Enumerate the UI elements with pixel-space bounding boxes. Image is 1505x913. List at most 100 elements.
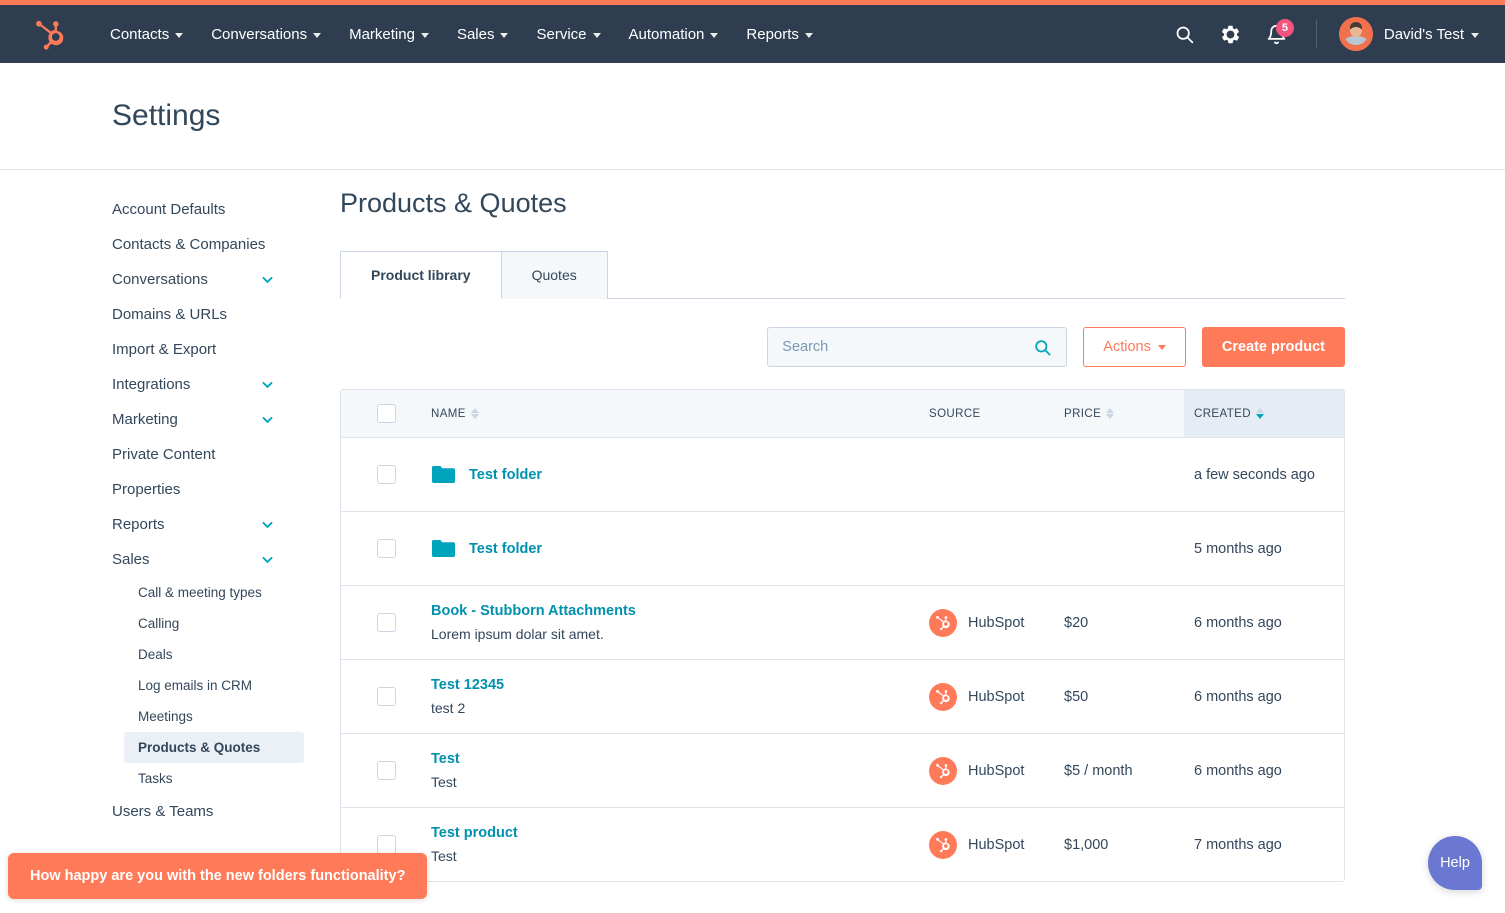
chevron-down-icon	[1158, 345, 1166, 350]
row-price-cell: $20	[1064, 615, 1184, 631]
chevron-down-icon	[175, 33, 183, 38]
sidebar-item-import-export[interactable]: Import & Export	[112, 332, 304, 367]
sidebar-item-sales[interactable]: Sales	[112, 542, 304, 577]
table-row[interactable]: Test folder a few seconds ago	[341, 437, 1344, 511]
nav-item-reports[interactable]: Reports	[732, 18, 827, 51]
sidebar-item-label: Contacts & Companies	[112, 236, 265, 253]
column-label: CREATED	[1194, 408, 1251, 420]
sidebar-item-products-quotes[interactable]: Products & Quotes	[124, 732, 304, 763]
nav-item-service[interactable]: Service	[522, 18, 614, 51]
help-button[interactable]: Help	[1428, 836, 1482, 890]
sidebar-item-label: Properties	[112, 481, 180, 498]
search-icon[interactable]	[1033, 338, 1052, 357]
nav-label: Service	[536, 26, 586, 43]
sidebar-item-call-meeting-types[interactable]: Call & meeting types	[124, 577, 304, 608]
nav-item-conversations[interactable]: Conversations	[197, 18, 335, 51]
chevron-down-icon	[261, 413, 274, 426]
column-header-price[interactable]: PRICE	[1064, 390, 1184, 437]
folder-name-link[interactable]: Test folder	[469, 467, 542, 483]
folder-icon	[431, 539, 455, 558]
nav-item-marketing[interactable]: Marketing	[335, 18, 443, 51]
sidebar-item-domains-urls[interactable]: Domains & URLs	[112, 297, 304, 332]
sidebar-item-contacts-companies[interactable]: Contacts & Companies	[112, 227, 304, 262]
table-row[interactable]: Test Test HubSpot $5 / month 6 months ag	[341, 733, 1344, 807]
folder-icon	[431, 465, 455, 484]
sidebar-item-marketing[interactable]: Marketing	[112, 402, 304, 437]
row-select-cell	[341, 687, 431, 706]
nav-item-sales[interactable]: Sales	[443, 18, 523, 51]
folder-name-link[interactable]: Test folder	[469, 541, 542, 557]
sidebar-item-reports[interactable]: Reports	[112, 507, 304, 542]
sidebar-subitem-label: Deals	[138, 647, 173, 662]
search-box[interactable]	[767, 327, 1067, 367]
search-input[interactable]	[782, 339, 1033, 355]
column-header-source[interactable]: SOURCE	[929, 390, 1064, 437]
column-label: PRICE	[1064, 408, 1101, 420]
tab-quotes[interactable]: Quotes	[502, 251, 608, 299]
sidebar-item-account-defaults[interactable]: Account Defaults	[112, 192, 304, 227]
tab-product-library[interactable]: Product library	[340, 251, 502, 299]
nav-label: Sales	[457, 26, 495, 43]
row-name-cell: Test folder	[431, 465, 929, 484]
row-name-cell: Test folder	[431, 539, 929, 558]
avatar	[1339, 17, 1373, 51]
product-name-link[interactable]: Test 12345	[431, 677, 929, 693]
create-product-button[interactable]: Create product	[1202, 327, 1345, 367]
row-checkbox[interactable]	[377, 687, 396, 706]
hubspot-sprocket-icon[interactable]	[34, 17, 68, 51]
hubspot-source-icon	[929, 683, 957, 711]
sidebar-item-private-content[interactable]: Private Content	[112, 437, 304, 472]
row-name-cell: Test product Test	[431, 825, 929, 864]
product-name-link[interactable]: Book - Stubborn Attachments	[431, 603, 929, 619]
survey-banner[interactable]: How happy are you with the new folders f…	[8, 853, 427, 899]
tab-label: Quotes	[532, 267, 577, 283]
products-table: NAME SOURCE PRICE CREATED	[340, 389, 1345, 882]
hubspot-source-icon	[929, 831, 957, 859]
product-name-link[interactable]: Test	[431, 751, 929, 767]
row-checkbox[interactable]	[377, 465, 396, 484]
sidebar-item-deals[interactable]: Deals	[124, 639, 304, 670]
table-row[interactable]: Test product Test HubSpot $1,000 7 month	[341, 807, 1344, 881]
sidebar-item-tasks[interactable]: Tasks	[124, 763, 304, 794]
settings-header: Settings	[0, 63, 1505, 170]
row-source-cell: HubSpot	[929, 757, 1064, 785]
gear-icon[interactable]	[1210, 13, 1252, 55]
search-icon[interactable]	[1164, 13, 1206, 55]
sidebar-item-meetings[interactable]: Meetings	[124, 701, 304, 732]
sidebar-item-calling[interactable]: Calling	[124, 608, 304, 639]
source-label: HubSpot	[968, 837, 1024, 853]
column-label: NAME	[431, 408, 466, 420]
row-created-cell: 6 months ago	[1184, 763, 1344, 779]
sidebar-item-integrations[interactable]: Integrations	[112, 367, 304, 402]
sidebar-subitem-label: Log emails in CRM	[138, 678, 252, 693]
sidebar-item-users-teams[interactable]: Users & Teams	[112, 794, 304, 829]
actions-button[interactable]: Actions	[1083, 327, 1186, 367]
nav-item-contacts[interactable]: Contacts	[96, 18, 197, 51]
column-header-name[interactable]: NAME	[431, 390, 929, 437]
sidebar-item-log-emails-in-crm[interactable]: Log emails in CRM	[124, 670, 304, 701]
sidebar-item-label: Import & Export	[112, 341, 216, 358]
row-checkbox[interactable]	[377, 761, 396, 780]
sidebar-subitem-label: Meetings	[138, 709, 193, 724]
table-row[interactable]: Test folder 5 months ago	[341, 511, 1344, 585]
nav-item-automation[interactable]: Automation	[615, 18, 733, 51]
primary-nav: Contacts Conversations Marketing Sales S…	[96, 18, 827, 51]
notifications-button[interactable]: 5	[1256, 13, 1298, 55]
sidebar-item-conversations[interactable]: Conversations	[112, 262, 304, 297]
sidebar-item-label: Conversations	[112, 271, 208, 288]
column-header-created[interactable]: CREATED	[1184, 390, 1344, 437]
table-toolbar: Actions Create product	[340, 299, 1345, 389]
sidebar-item-properties[interactable]: Properties	[112, 472, 304, 507]
product-name-link[interactable]: Test product	[431, 825, 929, 841]
row-checkbox[interactable]	[377, 835, 396, 854]
table-row[interactable]: Test 12345 test 2 HubSpot $50 6 months a	[341, 659, 1344, 733]
chevron-down-icon	[1471, 33, 1479, 38]
row-checkbox[interactable]	[377, 539, 396, 558]
user-menu[interactable]: David's Test	[1335, 13, 1483, 55]
row-checkbox[interactable]	[377, 613, 396, 632]
product-description: Lorem ipsum dolar sit amet.	[431, 626, 929, 642]
chevron-down-icon	[261, 378, 274, 391]
row-name-cell: Test 12345 test 2	[431, 677, 929, 716]
table-row[interactable]: Book - Stubborn Attachments Lorem ipsum …	[341, 585, 1344, 659]
select-all-checkbox[interactable]	[377, 404, 396, 423]
